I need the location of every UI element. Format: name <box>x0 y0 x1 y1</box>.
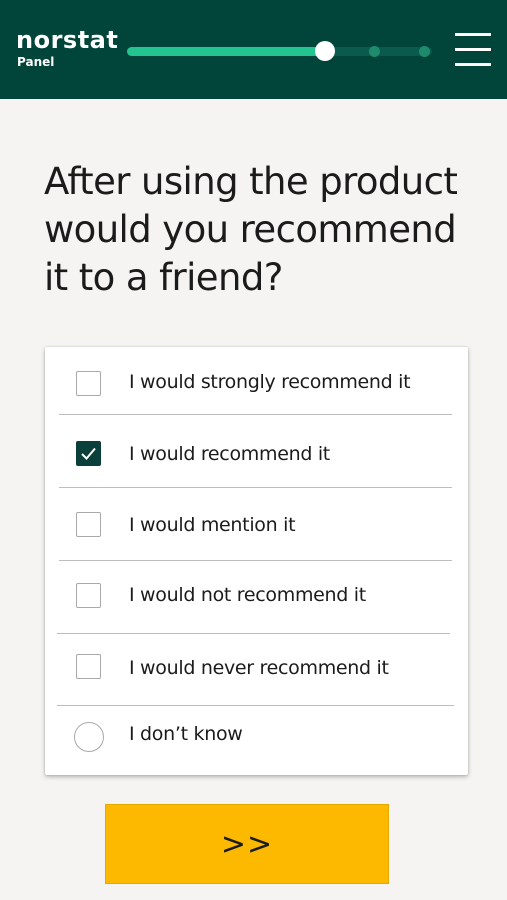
checkbox[interactable] <box>76 654 101 679</box>
checkbox[interactable] <box>76 583 101 608</box>
checkbox[interactable] <box>76 371 101 396</box>
radio-button[interactable] <box>74 722 104 752</box>
option-strongly-recommend[interactable]: I would strongly recommend it <box>45 347 468 414</box>
progress-step-dot <box>369 46 380 57</box>
progress-bar <box>127 41 432 61</box>
option-recommend[interactable]: I would recommend it <box>45 415 468 487</box>
option-label: I would strongly recommend it <box>129 371 411 393</box>
top-bar: norstat Panel <box>0 0 507 99</box>
logo-wordmark: norstat <box>16 26 119 54</box>
option-label: I would mention it <box>129 514 296 536</box>
question-text: After using the product would you recomm… <box>44 160 458 299</box>
hamburger-menu-icon[interactable] <box>455 33 493 69</box>
logo-subtitle: Panel <box>17 55 55 69</box>
option-label: I don’t know <box>129 723 243 745</box>
progress-bar-fill <box>127 47 326 56</box>
option-not-recommend[interactable]: I would not recommend it <box>45 561 468 633</box>
checkmark-icon <box>81 447 96 460</box>
checkbox[interactable] <box>76 512 101 537</box>
option-label: I would not recommend it <box>129 584 366 606</box>
next-button[interactable]: >> <box>105 804 389 884</box>
progress-indicator-knob <box>315 41 336 61</box>
checkbox-checked[interactable] <box>76 441 101 466</box>
option-never-recommend[interactable]: I would never recommend it <box>45 634 468 706</box>
option-mention[interactable]: I would mention it <box>45 488 468 560</box>
answer-options-card: I would strongly recommend it I would re… <box>45 347 468 775</box>
progress-step-dot <box>419 46 430 57</box>
option-dont-know[interactable]: I don’t know <box>45 706 468 775</box>
option-label: I would recommend it <box>129 443 330 465</box>
option-label: I would never recommend it <box>129 657 389 679</box>
